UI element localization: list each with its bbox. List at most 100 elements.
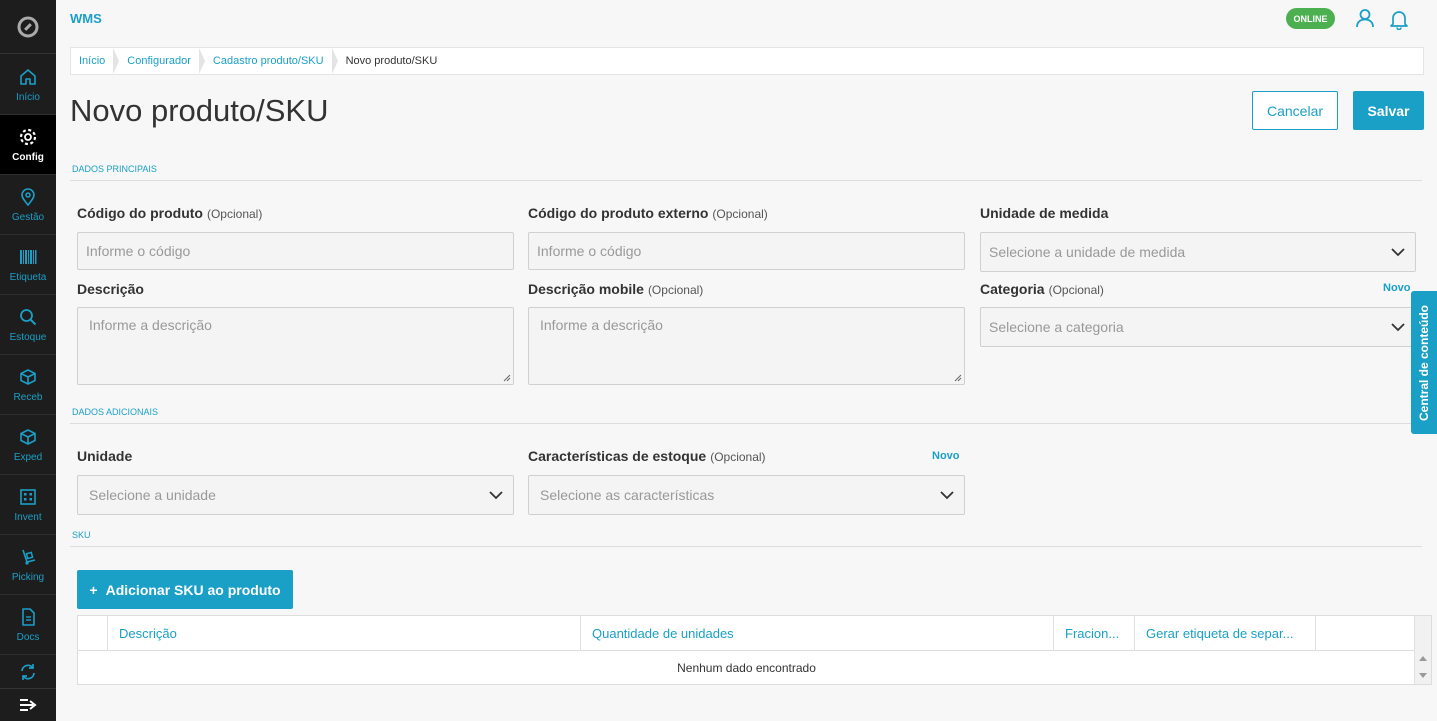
scroll-down-icon[interactable] (1419, 673, 1427, 678)
save-button[interactable]: Salvar (1353, 91, 1424, 130)
sidebar-item-sync[interactable] (0, 655, 56, 688)
caracteristicas-placeholder: Selecione as características (540, 487, 715, 503)
section-header-extra: DADOS ADICIONAIS (70, 407, 1422, 424)
section-header-main: DADOS PRINCIPAIS (70, 164, 1422, 181)
resize-grip-icon[interactable] (954, 374, 962, 382)
codigo-externo-label: Código do produto externo (Opcional) (528, 205, 768, 221)
categoria-label-text: Categoria (980, 281, 1045, 297)
sidebar-item-picking[interactable]: Picking (0, 535, 56, 595)
empty-state-message: Nenhum dado encontrado (677, 661, 816, 675)
scroll-up-icon[interactable] (1419, 656, 1427, 661)
sidebar-item-estoque[interactable]: Estoque (0, 295, 56, 355)
box-icon (20, 368, 36, 385)
descricao-textarea[interactable]: Informe a descrição (77, 307, 514, 385)
sidebar-item-invent[interactable]: Invent (0, 475, 56, 535)
content-center-label: Central de conteúdo (1417, 304, 1432, 421)
breadcrumb-item-current: Novo produto/SKU (345, 55, 438, 67)
app-title: WMS (70, 11, 102, 26)
gear-icon (19, 128, 37, 145)
breadcrumb-item-cadastro[interactable]: Cadastro produto/SKU (205, 48, 338, 74)
column-header-actions (1316, 616, 1415, 651)
codigo-externo-input[interactable]: Informe o código (528, 232, 965, 270)
column-header-quantidade[interactable]: Quantidade de unidades (581, 616, 1054, 651)
sidebar-item-receb[interactable]: Receb (0, 355, 56, 415)
logo-icon (17, 16, 39, 37)
codigo-input[interactable]: Informe o código (77, 232, 514, 270)
caracteristicas-label: Características de estoque (Opcional) (528, 448, 766, 464)
sidebar-item-label: Estoque (9, 331, 47, 343)
chevron-down-icon (940, 491, 954, 500)
sidebar-item-docs[interactable]: Docs (0, 595, 56, 655)
plus-icon: + (89, 581, 98, 598)
unidade-medida-placeholder: Selecione a unidade de medida (989, 244, 1186, 260)
breadcrumb: Início Configurador Cadastro produto/SKU… (70, 47, 1424, 75)
column-header-select[interactable] (78, 616, 108, 651)
sidebar-item-label: Receb (13, 391, 43, 403)
chevron-down-icon (1391, 248, 1405, 257)
cancel-button[interactable]: Cancelar (1252, 91, 1338, 130)
descricao-mobile-label: Descrição mobile (Opcional) (528, 281, 703, 297)
column-header-fracionado[interactable]: Fracion... (1054, 616, 1135, 651)
descricao-label: Descrição (77, 281, 144, 297)
optional-tag: (Opcional) (206, 207, 263, 221)
sidebar-item-exped[interactable]: Exped (0, 415, 56, 475)
collapse-menu-icon (20, 699, 37, 711)
box-icon (20, 428, 36, 445)
sidebar-item-label: Docs (16, 631, 40, 643)
building-icon (20, 488, 36, 505)
chevron-down-icon (1391, 323, 1405, 332)
caracteristicas-label-text: Características de estoque (528, 448, 707, 464)
unidade-placeholder: Selecione a unidade (89, 487, 216, 503)
content-center-tab[interactable]: Central de conteúdo (1411, 291, 1437, 434)
codigo-label-text: Código do produto (77, 205, 203, 221)
categoria-placeholder: Selecione a categoria (989, 319, 1124, 335)
sidebar: Início Config Gestão Etiqueta Estoque Re… (0, 0, 56, 721)
breadcrumb-item-inicio[interactable]: Início (71, 48, 120, 74)
optional-tag: (Opcional) (1048, 283, 1104, 297)
sidebar-item-label: Etiqueta (9, 271, 47, 283)
app-logo[interactable] (0, 0, 56, 54)
barcode-icon (20, 249, 37, 264)
column-header-descricao[interactable]: Descrição (108, 616, 581, 651)
user-icon[interactable] (1354, 7, 1376, 29)
sync-icon (21, 663, 35, 680)
collapse-menu-button[interactable] (0, 688, 56, 721)
sidebar-item-inicio[interactable]: Início (0, 55, 56, 115)
unidade-label: Unidade (77, 448, 133, 464)
sidebar-item-gestao[interactable]: Gestão (0, 175, 56, 235)
column-header-gerar-etiqueta[interactable]: Gerar etiqueta de separ... (1135, 616, 1316, 651)
caracteristicas-new-link[interactable]: Novo (932, 450, 960, 462)
search-icon (20, 308, 37, 325)
codigo-label: Código do produto (Opcional) (77, 205, 262, 221)
categoria-select[interactable]: Selecione a categoria (980, 307, 1416, 347)
table-scrollbar[interactable] (1414, 616, 1431, 684)
table-header: Descrição Quantidade de unidades Fracion… (78, 616, 1415, 651)
caracteristicas-select[interactable]: Selecione as características (528, 475, 965, 515)
section-header-sku: SKU (70, 530, 1422, 547)
breadcrumb-item-configurador[interactable]: Configurador (119, 48, 205, 74)
sidebar-item-etiqueta[interactable]: Etiqueta (0, 235, 56, 295)
bell-icon[interactable] (1388, 8, 1410, 30)
descricao-placeholder: Informe a descrição (89, 317, 212, 333)
sidebar-item-label: Picking (11, 571, 45, 583)
location-pin-icon (21, 187, 35, 206)
hand-truck-icon (22, 549, 36, 565)
categoria-new-link[interactable]: Novo (1383, 282, 1411, 294)
codigo-externo-label-text: Código do produto externo (528, 205, 709, 221)
status-badge: ONLINE (1286, 8, 1335, 29)
sidebar-item-label: Exped (13, 451, 43, 463)
add-sku-button[interactable]: + Adicionar SKU ao produto (77, 570, 293, 609)
descricao-mobile-textarea[interactable]: Informe a descrição (528, 307, 965, 385)
add-sku-label: Adicionar SKU ao produto (105, 581, 281, 598)
unidade-select[interactable]: Selecione a unidade (77, 475, 514, 515)
optional-tag: (Opcional) (712, 207, 768, 221)
descricao-mobile-label-text: Descrição mobile (528, 281, 644, 297)
home-icon (20, 68, 36, 85)
page-title: Novo produto/SKU (70, 93, 329, 128)
unidade-medida-select[interactable]: Selecione a unidade de medida (980, 232, 1416, 272)
optional-tag: (Opcional) (710, 450, 766, 464)
sidebar-item-label: Invent (14, 511, 42, 523)
sidebar-item-config[interactable]: Config (0, 115, 56, 175)
resize-grip-icon[interactable] (503, 374, 511, 382)
sidebar-item-label: Início (16, 91, 40, 103)
